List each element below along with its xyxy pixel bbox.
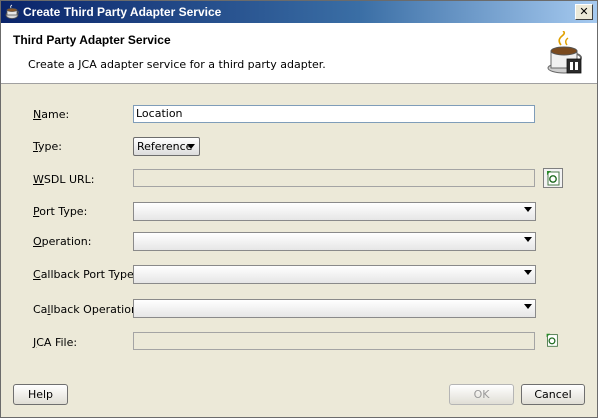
jca-browse-icon[interactable] — [543, 331, 561, 349]
close-button[interactable]: ✕ — [575, 4, 593, 20]
callback-port-type-select[interactable] — [133, 265, 536, 284]
cancel-button[interactable]: Cancel — [521, 384, 585, 405]
callback-operation-select[interactable] — [133, 299, 536, 318]
chevron-down-icon — [524, 207, 532, 212]
chevron-down-icon — [524, 270, 532, 275]
callback-port-type-label: Callback Port Type: — [33, 268, 138, 281]
title-bar[interactable]: Create Third Party Adapter Service ✕ — [1, 1, 597, 23]
callback-operation-label: Callback Operation: — [33, 303, 142, 316]
type-select[interactable]: Reference — [133, 137, 200, 156]
chevron-down-icon — [187, 144, 195, 149]
jdeveloper-cup-icon — [5, 4, 19, 19]
wsdl-browse-icon[interactable] — [543, 168, 563, 188]
chevron-down-icon — [524, 304, 532, 309]
chevron-down-icon — [524, 237, 532, 242]
operation-label: Operation: — [33, 235, 92, 248]
dialog-header: Third Party Adapter Service Create a JCA… — [1, 23, 597, 84]
operation-select[interactable] — [133, 232, 536, 251]
header-title: Third Party Adapter Service — [13, 33, 171, 47]
type-label: Type: — [33, 140, 62, 153]
jca-file-field[interactable] — [133, 332, 535, 350]
jca-file-label: JCA File: — [33, 336, 78, 349]
type-select-value: Reference — [137, 140, 193, 153]
ok-button[interactable]: OK — [449, 384, 514, 405]
dialog-window: Create Third Party Adapter Service ✕ Thi… — [0, 0, 598, 418]
name-label: Name: — [33, 108, 70, 121]
adapter-cup-icon — [547, 31, 582, 74]
help-button[interactable]: Help — [13, 384, 68, 405]
wsdl-url-label: WSDL URL: — [33, 173, 95, 186]
window-title: Create Third Party Adapter Service — [23, 5, 222, 19]
port-type-label: Port Type: — [33, 205, 88, 218]
port-type-select[interactable] — [133, 202, 536, 221]
wsdl-url-field[interactable] — [133, 169, 535, 187]
header-description: Create a JCA adapter service for a third… — [28, 58, 326, 71]
name-input[interactable]: Location — [133, 105, 535, 123]
